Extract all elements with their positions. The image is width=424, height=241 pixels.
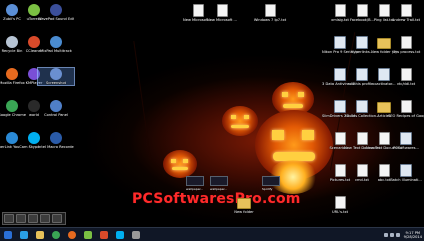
app-icon (50, 4, 62, 16)
doc-icon (400, 36, 412, 49)
start-icon (4, 230, 12, 239)
icon-label: new process.txt (391, 50, 421, 54)
desktop-icon-left-2[interactable]: WavePad Sound Editor (38, 4, 74, 21)
desktop-icon-right-23[interactable]: Batch Illuminati... (388, 164, 424, 182)
taskbar-ie-button[interactable] (17, 229, 31, 240)
desktop-icon-left-8[interactable]: Screenshot (37, 67, 75, 86)
desktop-icon-right-15[interactable]: SEO Recipes of Google... (388, 100, 424, 118)
wallpaper-thumbnail[interactable] (262, 176, 280, 186)
taskbar-chrome-button[interactable] (49, 229, 63, 240)
system-tray: 9:17 PM 9/28/2014 (383, 228, 422, 241)
taskbar-utorrent-button[interactable] (81, 229, 95, 240)
desktop-icon-bottom-2[interactable]: New folder (226, 196, 262, 214)
clock[interactable]: 9:17 PM 9/28/2014 (404, 231, 422, 239)
doc-icon (264, 4, 276, 17)
clock-time: 9:17 PM (405, 230, 421, 235)
tree-branch (133, 41, 151, 161)
app-icon (50, 36, 62, 48)
desktop-icon-left-11[interactable]: Control Panel (38, 100, 74, 117)
utorrent-icon (84, 230, 92, 239)
clock-date: 9/28/2014 (403, 234, 422, 239)
firefox-icon (68, 230, 76, 239)
app-icon (50, 68, 62, 80)
pause-button[interactable] (16, 214, 26, 223)
taskbar-firefox-button[interactable] (65, 229, 79, 240)
desktop-icon-left-14[interactable]: Intel Macro Recorder (38, 132, 74, 149)
icon-label: SEO Recipes of Google... (388, 114, 424, 118)
desktop-icon-right-11[interactable]: vtc/ddl.txt (388, 68, 424, 86)
volume-icon[interactable] (389, 232, 394, 237)
taskbar-other-button[interactable] (129, 229, 143, 240)
file-icon (400, 132, 412, 145)
chrome-icon (52, 230, 60, 239)
stop-button[interactable] (28, 214, 38, 223)
icon-label: Screenshot (45, 81, 67, 85)
taskbar-skype-button[interactable] (113, 229, 127, 240)
taskbar-start-button[interactable] (1, 229, 15, 240)
icon-label: WavePad Sound Editor (38, 17, 74, 21)
taskbar-folder-button[interactable] (33, 229, 47, 240)
icon-label: New folder (234, 210, 254, 214)
app-icon (50, 132, 62, 144)
screen-recorder-toolbar[interactable] (2, 212, 66, 225)
folder-icon (36, 230, 44, 239)
network-icon[interactable] (383, 232, 388, 237)
icon-label: Andrew Trail.txt (391, 18, 421, 22)
icon-label: vtc/ddl.txt (396, 82, 416, 86)
wallpaper-thumbnail[interactable] (186, 176, 204, 186)
thumbnail-label: wallpaper... (210, 187, 228, 191)
desktop-icon-right-3[interactable]: Andrew Trail.txt (388, 4, 424, 22)
desktop-icon-mid-2[interactable]: Windows 7 Ip7.txt (252, 4, 288, 22)
doc-icon (216, 4, 228, 17)
taskbar-media-button[interactable] (97, 229, 111, 240)
skype-icon (116, 230, 124, 239)
watermark-text: PCSoftwaresPro.com (132, 191, 301, 207)
desktop-icon-right-7[interactable]: new process.txt (388, 36, 424, 54)
file-icon (400, 164, 412, 177)
desktop-icon-right-19[interactable]: PCSoftwares... (388, 132, 424, 150)
desktop-icon-mid-1[interactable]: New Microsoft ... (204, 4, 240, 22)
desktop-icon-left-5[interactable]: MixPad Multitrack (38, 36, 74, 53)
doc-icon (400, 68, 412, 81)
doc-icon (400, 4, 412, 17)
doc-icon (334, 196, 346, 209)
icon-label: New Microsoft ... (207, 18, 237, 22)
icon-label: MixPad Multitrack (40, 49, 72, 53)
desktop-icon-right-24[interactable]: URL's.txt (322, 196, 358, 214)
thumbnail-label: Spotify (262, 187, 273, 191)
app-icon (50, 100, 62, 112)
other-icon (132, 230, 140, 239)
icon-label: Batch Illuminati... (390, 178, 422, 182)
doc-icon (400, 100, 412, 113)
wallpaper-thumbnail[interactable] (210, 176, 228, 186)
close-button[interactable] (52, 214, 62, 223)
taskbar: 9:17 PM 9/28/2014 (0, 227, 424, 241)
record-button[interactable] (4, 214, 14, 223)
icon-label: URL's.txt (331, 210, 349, 214)
icon-label: Windows 7 Ip7.txt (253, 18, 287, 22)
media-icon (100, 230, 108, 239)
settings-button[interactable] (40, 214, 50, 223)
thumbnail-label: wallpaper... (186, 187, 204, 191)
flag-icon[interactable] (395, 232, 400, 237)
ie-icon (20, 230, 28, 239)
doc-icon (192, 4, 204, 17)
icon-label: Control Panel (44, 113, 68, 117)
folder-icon (237, 198, 251, 209)
desktop: PCSoftwaresPro.com Zubii's PC uTorrent Wav… (0, 0, 424, 227)
icon-label: Intel Macro Recorder (38, 145, 74, 149)
icon-label: PCSoftwares... (393, 146, 419, 150)
pumpkin-left (222, 106, 258, 136)
pumpkin-small-left (163, 150, 197, 178)
